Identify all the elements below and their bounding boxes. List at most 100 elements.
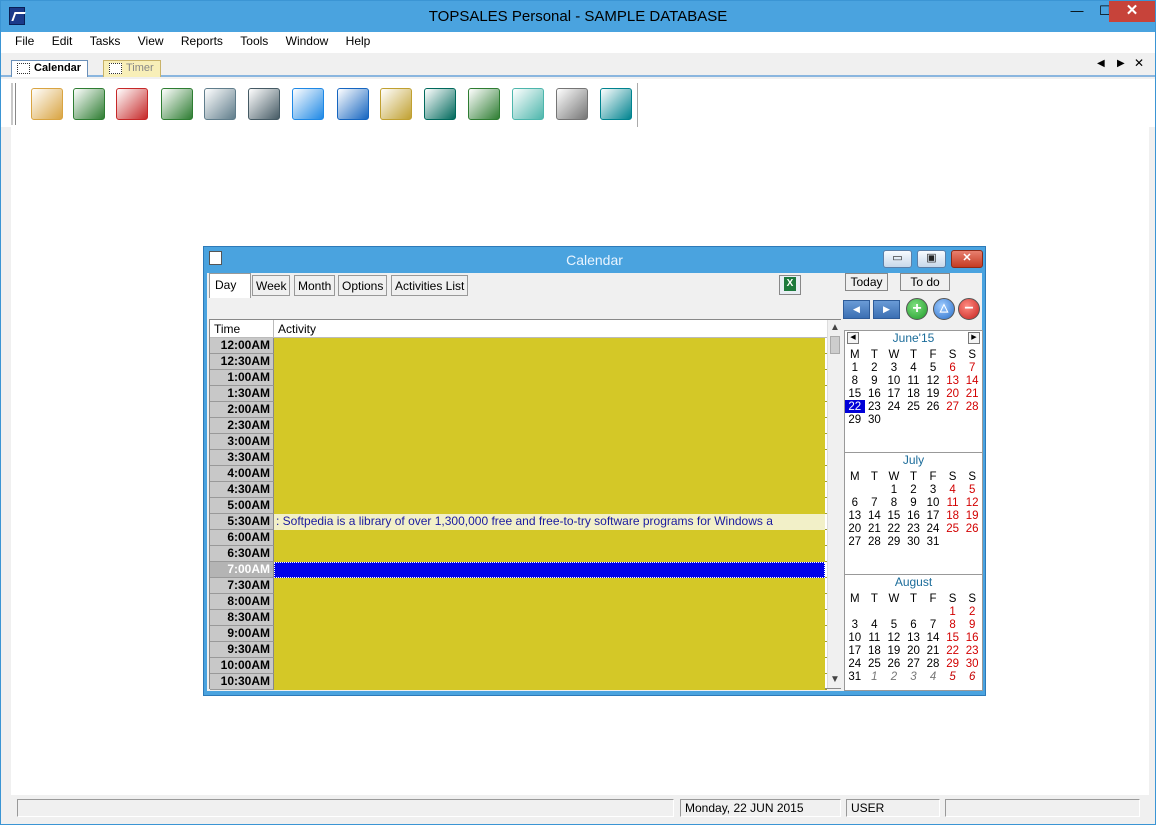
day-cell[interactable]: 6	[845, 496, 865, 509]
activity-cell[interactable]	[274, 530, 825, 546]
day-cell[interactable]: 30	[962, 657, 982, 670]
day-cell[interactable]: 22	[943, 644, 963, 657]
table-row[interactable]: 4:30AM	[210, 482, 827, 498]
day-cell[interactable]: 1	[943, 605, 963, 618]
day-cell[interactable]: 3	[884, 361, 904, 374]
day-cell[interactable]: 31	[845, 670, 865, 683]
table-row[interactable]: 2:00AM	[210, 402, 827, 418]
table-row[interactable]: 10:00AM	[210, 658, 827, 674]
day-cell[interactable]: 8	[845, 374, 865, 387]
activity-cell[interactable]	[274, 546, 825, 562]
tab-day[interactable]: Day	[209, 273, 251, 298]
excel-export-icon[interactable]	[779, 275, 801, 295]
tab-close-icon[interactable]: ✕	[1134, 56, 1144, 70]
table-row[interactable]: 2:30AM	[210, 418, 827, 434]
day-cell[interactable]: 30	[865, 413, 885, 426]
activity-cell[interactable]	[274, 450, 825, 466]
day-cell[interactable]: 5	[923, 361, 943, 374]
day-cell[interactable]: 16	[865, 387, 885, 400]
people-icon[interactable]	[73, 88, 105, 120]
day-cell[interactable]: 19	[923, 387, 943, 400]
menu-help[interactable]: Help	[340, 32, 377, 50]
close-button[interactable]: ✕	[1109, 1, 1155, 22]
warehouse-icon[interactable]	[468, 88, 500, 120]
activity-cell[interactable]	[274, 658, 825, 674]
activity-cell[interactable]	[274, 418, 825, 434]
table-row[interactable]: 1:00AM	[210, 370, 827, 386]
table-row[interactable]: 9:00AM	[210, 626, 827, 642]
day-cell[interactable]: 26	[884, 657, 904, 670]
day-cell[interactable]: 14	[962, 374, 982, 387]
tab-scroll-left-icon[interactable]: ◀	[1097, 58, 1105, 69]
activity-cell[interactable]	[274, 562, 825, 578]
activity-cell[interactable]	[274, 498, 825, 514]
bank-icon[interactable]	[424, 88, 456, 120]
day-cell[interactable]: 18	[943, 509, 963, 522]
table-row[interactable]: 7:30AM	[210, 578, 827, 594]
day-cell[interactable]: 1	[845, 361, 865, 374]
scroll-thumb[interactable]	[830, 336, 840, 354]
day-cell[interactable]: 20	[943, 387, 963, 400]
table-row[interactable]: 6:00AM	[210, 530, 827, 546]
day-cell[interactable]: 29	[845, 413, 865, 426]
day-cell[interactable]: 1	[884, 483, 904, 496]
day-cell[interactable]: 22	[884, 522, 904, 535]
day-cell[interactable]: 26	[923, 400, 943, 413]
day-cell[interactable]: 4	[904, 361, 924, 374]
day-cell[interactable]: 28	[865, 535, 885, 548]
day-cell[interactable]: 5	[962, 483, 982, 496]
day-cell[interactable]: 7	[923, 618, 943, 631]
letter-writing-icon[interactable]	[116, 88, 148, 120]
day-cell[interactable]: 13	[943, 374, 963, 387]
doc-tab-timer[interactable]: Timer	[103, 60, 161, 77]
table-row[interactable]: 3:00AM	[210, 434, 827, 450]
menu-tasks[interactable]: Tasks	[84, 32, 127, 50]
day-cell[interactable]: 13	[904, 631, 924, 644]
day-cell[interactable]: 23	[962, 644, 982, 657]
menu-file[interactable]: File	[9, 32, 40, 50]
scroll-up-icon[interactable]: ▲	[828, 320, 842, 336]
activity-cell[interactable]	[274, 610, 825, 626]
day-cell[interactable]: 17	[923, 509, 943, 522]
calendar-window-titlebar[interactable]: Calendar ▭ ▣ ✕	[204, 247, 985, 273]
table-row[interactable]: 3:30AM	[210, 450, 827, 466]
menu-reports[interactable]: Reports	[175, 32, 229, 50]
activity-cell[interactable]	[274, 466, 825, 482]
activity-cell[interactable]	[274, 386, 825, 402]
cash-register-icon[interactable]	[380, 88, 412, 120]
day-cell[interactable]: 5	[943, 670, 963, 683]
table-row[interactable]: 9:30AM	[210, 642, 827, 658]
calendar-close-button[interactable]: ✕	[951, 250, 983, 268]
tab-options[interactable]: Options	[338, 275, 388, 296]
day-cell[interactable]: 8	[884, 496, 904, 509]
day-cell[interactable]: 13	[845, 509, 865, 522]
day-cell[interactable]: 21	[865, 522, 885, 535]
day-cell[interactable]: 27	[845, 535, 865, 548]
tab-scroll-right-icon[interactable]: ▶	[1117, 58, 1125, 69]
day-cell[interactable]: 23	[904, 522, 924, 535]
day-cell[interactable]: 26	[962, 522, 982, 535]
stopwatch-icon[interactable]	[556, 88, 588, 120]
day-cell[interactable]: 27	[904, 657, 924, 670]
day-cell[interactable]: 6	[904, 618, 924, 631]
menu-edit[interactable]: Edit	[46, 32, 79, 50]
activity-cell[interactable]	[274, 338, 825, 354]
day-cell[interactable]: 25	[943, 522, 963, 535]
day-cell[interactable]: 24	[923, 522, 943, 535]
minimize-button[interactable]: —	[1063, 1, 1091, 22]
table-row[interactable]: 8:30AM	[210, 610, 827, 626]
activity-cell[interactable]	[274, 402, 825, 418]
day-cell[interactable]: 3	[904, 670, 924, 683]
doc-tab-calendar[interactable]: Calendar	[11, 60, 89, 77]
grid-scrollbar[interactable]: ▲ ▼	[827, 320, 841, 688]
table-row[interactable]: 12:30AM	[210, 354, 827, 370]
day-cell[interactable]: 24	[884, 400, 904, 413]
day-cell[interactable]: 19	[962, 509, 982, 522]
activity-cell[interactable]	[274, 482, 825, 498]
todo-button[interactable]: To do	[900, 273, 950, 291]
day-cell[interactable]: 28	[962, 400, 982, 413]
toolbar-grip[interactable]	[11, 83, 16, 125]
day-cell[interactable]: 25	[865, 657, 885, 670]
day-cell[interactable]: 29	[943, 657, 963, 670]
day-cell[interactable]: 8	[943, 618, 963, 631]
